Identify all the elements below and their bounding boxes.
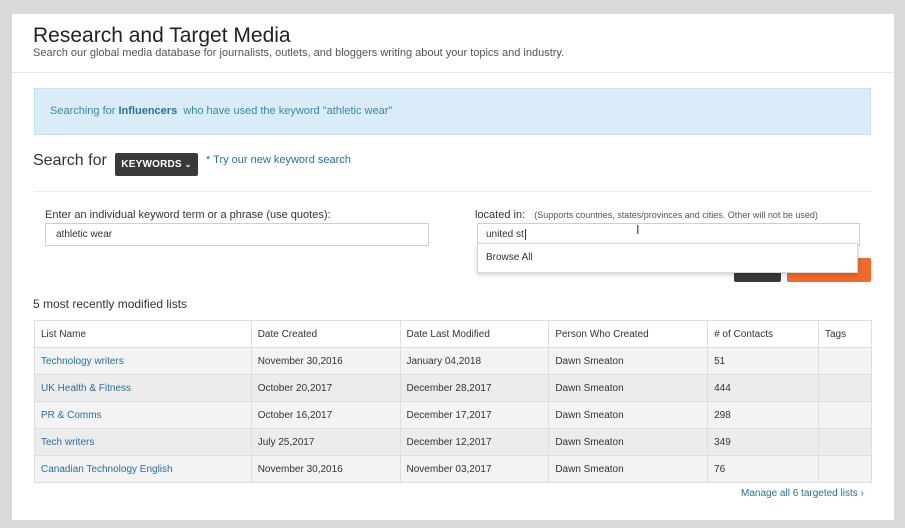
list-name-link[interactable]: PR & Comms — [34, 401, 252, 429]
list-name-link[interactable]: UK Health & Fitness — [34, 374, 252, 402]
table-row: PR & Comms October 16,2017 December 17,2… — [34, 401, 873, 429]
column-header[interactable]: Tags — [817, 320, 873, 348]
text-cursor-icon: I — [636, 222, 640, 237]
creator: Dawn Smeaton — [548, 401, 709, 429]
chevron-down-icon: ⌄ — [184, 160, 192, 169]
tags — [817, 374, 873, 402]
divider — [34, 191, 871, 192]
table-row: Tech writers July 25,2017 December 12,20… — [34, 428, 873, 456]
list-name-link[interactable]: Technology writers — [34, 347, 252, 375]
search-summary-banner: Searching for Influencers who have used … — [34, 88, 871, 135]
location-value: united st — [486, 229, 524, 240]
table-header-row: List Name Date Created Date Last Modifie… — [34, 320, 873, 348]
column-header[interactable]: List Name — [34, 320, 252, 348]
tags — [817, 428, 873, 456]
location-label-text: located in: — [475, 209, 526, 221]
column-header[interactable]: # of Contacts — [707, 320, 819, 348]
contacts-count: 51 — [707, 347, 819, 375]
contacts-count: 76 — [707, 455, 819, 483]
banner-prefix: Searching for — [50, 105, 116, 117]
creator: Dawn Smeaton — [548, 347, 709, 375]
recent-lists-heading: 5 most recently modified lists — [33, 297, 188, 311]
date-modified: January 04,2018 — [399, 347, 550, 375]
table-row: Technology writers November 30,2016 Janu… — [34, 347, 873, 375]
location-label: located in: (Supports countries, states/… — [475, 209, 818, 221]
column-header[interactable]: Date Last Modified — [399, 320, 550, 348]
location-hint: (Supports countries, states/provinces an… — [534, 210, 818, 220]
location-suggestion-dropdown[interactable]: Browse All — [477, 243, 858, 273]
banner-entity: Influencers — [118, 105, 178, 117]
creator: Dawn Smeaton — [548, 428, 709, 456]
column-header[interactable]: Person Who Created — [548, 320, 709, 348]
contacts-count: 444 — [707, 374, 819, 402]
caret-icon — [524, 229, 526, 240]
list-name-link[interactable]: Canadian Technology English — [34, 455, 252, 483]
page-header: Research and Target Media Search our glo… — [12, 14, 894, 73]
tags — [817, 401, 873, 429]
list-name-link[interactable]: Tech writers — [34, 428, 252, 456]
keyword-input[interactable]: athletic wear — [45, 223, 429, 246]
search-mode-dropdown[interactable]: KEYWORDS ⌄ — [115, 153, 198, 176]
date-modified: December 12,2017 — [399, 428, 550, 456]
date-modified: November 03,2017 — [399, 455, 550, 483]
contacts-count: 349 — [707, 428, 819, 456]
try-new-keyword-search-link[interactable]: * Try our new keyword search — [206, 154, 351, 166]
date-created: November 30,2016 — [250, 455, 401, 483]
recent-lists-table: List Name Date Created Date Last Modifie… — [34, 320, 873, 483]
creator: Dawn Smeaton — [548, 374, 709, 402]
banner-suffix: who have used the keyword "athletic wear… — [183, 105, 393, 117]
column-header[interactable]: Date Created — [250, 320, 401, 348]
manage-lists-label: Manage all 6 targeted lists — [741, 488, 858, 499]
keyword-label: Enter an individual keyword term or a ph… — [45, 209, 331, 221]
main-panel: Research and Target Media Search our glo… — [12, 14, 894, 520]
page-subtitle: Search our global media database for jou… — [33, 47, 565, 59]
table-row: UK Health & Fitness October 20,2017 Dece… — [34, 374, 873, 402]
date-created: November 30,2016 — [250, 347, 401, 375]
date-modified: December 28,2017 — [399, 374, 550, 402]
manage-lists-link[interactable]: Manage all 6 targeted lists › — [741, 488, 864, 499]
search-mode-label: KEYWORDS — [121, 159, 182, 170]
table-row: Canadian Technology English November 30,… — [34, 455, 873, 483]
search-for-label: Search for — [33, 152, 107, 169]
date-created: July 25,2017 — [250, 428, 401, 456]
date-created: October 20,2017 — [250, 374, 401, 402]
chevron-right-icon: › — [860, 488, 864, 499]
tags — [817, 455, 873, 483]
creator: Dawn Smeaton — [548, 455, 709, 483]
date-modified: December 17,2017 — [399, 401, 550, 429]
browse-all-option[interactable]: Browse All — [486, 252, 533, 263]
contacts-count: 298 — [707, 401, 819, 429]
tags — [817, 347, 873, 375]
date-created: October 16,2017 — [250, 401, 401, 429]
page-title: Research and Target Media — [33, 24, 291, 47]
